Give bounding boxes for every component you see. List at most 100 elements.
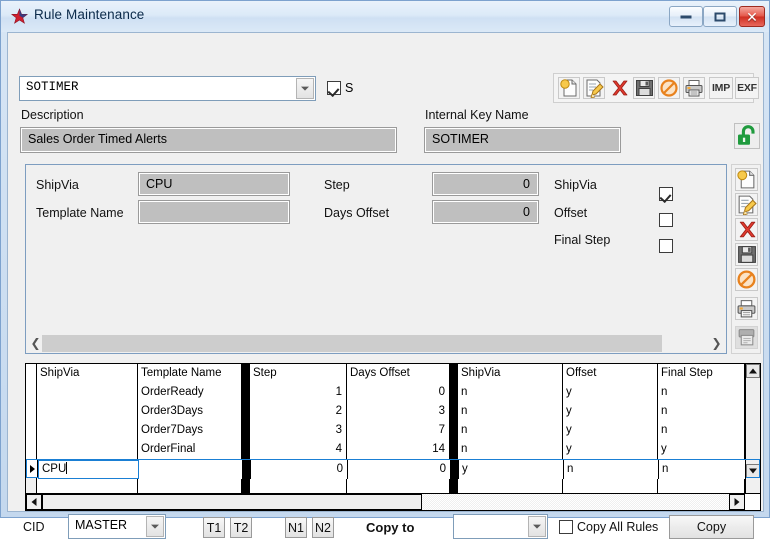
export-button[interactable]: EXF — [735, 77, 759, 99]
cell-flag-offset[interactable]: y — [563, 402, 658, 421]
grid-header-flag-offset[interactable]: Offset — [563, 364, 658, 383]
cell-shipvia[interactable] — [37, 383, 138, 402]
cell-flag-offset[interactable]: y — [563, 421, 658, 440]
grid-horizontal-scrollbar[interactable] — [26, 493, 760, 510]
cell-shipvia[interactable] — [37, 440, 138, 459]
table-row[interactable]: OrderFinal 4 14 n y y — [26, 440, 760, 460]
record-save-button[interactable] — [735, 243, 758, 266]
unlock-button[interactable] — [734, 123, 760, 149]
cell-flag-shipvia[interactable]: n — [458, 421, 563, 440]
record-print-preview-button[interactable] — [735, 326, 758, 349]
new-button[interactable] — [558, 77, 580, 99]
grid-header-flag-shipvia[interactable]: ShipVia — [458, 364, 563, 383]
cell-step[interactable]: 1 — [250, 383, 347, 402]
cell-flag-shipvia[interactable]: n — [458, 383, 563, 402]
cell-flag-offset[interactable]: y — [563, 440, 658, 459]
grid-vertical-scrollbar[interactable] — [745, 364, 760, 510]
delete-button[interactable] — [608, 77, 630, 99]
row-selector[interactable] — [26, 402, 37, 421]
flag-shipvia-checkbox[interactable] — [659, 187, 673, 201]
table-row[interactable]: Order7Days 3 7 n y n — [26, 421, 760, 441]
description-field[interactable]: Sales Order Timed Alerts — [20, 127, 397, 153]
import-button[interactable]: IMP — [709, 77, 733, 99]
internal-key-name-field[interactable]: SOTIMER — [424, 127, 621, 153]
print-button[interactable] — [683, 77, 705, 99]
cancel-button[interactable] — [658, 77, 680, 99]
cell-flag-final-step[interactable]: n — [658, 383, 745, 402]
record-delete-button[interactable] — [735, 218, 758, 241]
cell-template-name[interactable]: Order3Days — [138, 402, 242, 421]
chevron-down-icon[interactable] — [296, 78, 314, 99]
chevron-down-icon[interactable] — [528, 516, 546, 537]
t1-button[interactable]: T1 — [203, 517, 225, 538]
cell-flag-final-step[interactable]: y — [658, 440, 745, 459]
cell-flag-shipvia[interactable]: n — [458, 402, 563, 421]
cell-template-name[interactable] — [139, 460, 243, 479]
cell-flag-offset[interactable]: y — [563, 383, 658, 402]
scroll-up-icon[interactable] — [746, 364, 760, 378]
detail-template-field[interactable] — [138, 200, 290, 224]
scroll-right-icon[interactable]: ❯ — [709, 336, 724, 351]
cell-days-offset[interactable]: 3 — [347, 402, 450, 421]
cell-flag-offset[interactable]: n — [564, 460, 659, 479]
shipvia-edit-input[interactable]: CPU — [38, 460, 139, 479]
cell-days-offset[interactable]: 0 — [348, 460, 451, 479]
cell-days-offset[interactable]: 0 — [347, 383, 450, 402]
row-selector[interactable] — [26, 383, 37, 402]
flag-offset-checkbox[interactable] — [659, 213, 673, 227]
record-new-button[interactable] — [735, 168, 758, 191]
rule-name-combobox[interactable]: SOTIMER — [19, 76, 316, 101]
record-print-button[interactable] — [735, 297, 758, 320]
cell-step[interactable]: 0 — [251, 460, 348, 479]
row-selector-current[interactable] — [27, 460, 38, 477]
table-row[interactable]: CPU00ynnCPU — [26, 459, 760, 479]
cell-template-name[interactable]: OrderFinal — [138, 440, 242, 459]
table-row[interactable]: Order3Days 2 3 n y n — [26, 402, 760, 422]
panel-scroll-thumb[interactable] — [42, 335, 662, 352]
cell-flag-final-step[interactable]: n — [659, 460, 746, 479]
cell-flag-final-step[interactable]: n — [658, 421, 745, 440]
cell-days-offset[interactable]: 14 — [347, 440, 450, 459]
cell-template-name[interactable]: OrderReady — [138, 383, 242, 402]
row-selector[interactable] — [26, 421, 37, 440]
record-edit-button[interactable] — [735, 193, 758, 216]
cell-template-name[interactable]: Order7Days — [138, 421, 242, 440]
grid-header-shipvia[interactable]: ShipVia — [37, 364, 138, 383]
edit-button[interactable] — [583, 77, 605, 99]
grid-header-flag-finalstep[interactable]: Final Step — [658, 364, 745, 383]
t2-button[interactable]: T2 — [230, 517, 252, 538]
detail-shipvia-field[interactable]: CPU — [138, 172, 290, 196]
cell-flag-shipvia[interactable]: y — [459, 460, 564, 479]
n1-button[interactable]: N1 — [285, 517, 307, 538]
close-button[interactable]: ✕ — [739, 6, 765, 27]
grid-scroll-left-button[interactable] — [26, 494, 42, 510]
cell-step[interactable]: 2 — [250, 402, 347, 421]
maximize-button[interactable] — [703, 6, 737, 27]
detail-days-offset-field[interactable]: 0 — [432, 200, 539, 224]
cell-step[interactable]: 4 — [250, 440, 347, 459]
record-cancel-button[interactable] — [735, 268, 758, 291]
copy-button[interactable]: Copy — [669, 515, 754, 539]
chevron-down-icon[interactable] — [146, 516, 164, 537]
copy-all-rules-checkbox[interactable] — [559, 520, 573, 534]
cell-days-offset[interactable]: 7 — [347, 421, 450, 440]
cell-shipvia[interactable] — [37, 421, 138, 440]
cell-flag-final-step[interactable]: n — [658, 402, 745, 421]
save-button[interactable] — [633, 77, 655, 99]
scroll-left-icon[interactable]: ❮ — [28, 336, 43, 351]
cell-shipvia[interactable] — [37, 402, 138, 421]
grid-scroll-right-button[interactable] — [729, 494, 745, 510]
detail-step-field[interactable]: 0 — [432, 172, 539, 196]
cell-flag-shipvia[interactable]: n — [458, 440, 563, 459]
table-row[interactable]: OrderReady 1 0 n y n — [26, 383, 760, 403]
grid-header-template-name[interactable]: Template Name — [138, 364, 242, 383]
n2-button[interactable]: N2 — [312, 517, 334, 538]
row-selector[interactable] — [26, 440, 37, 459]
grid-header-days-offset[interactable]: Days Offset — [347, 364, 450, 383]
flag-final-step-checkbox[interactable] — [659, 239, 673, 253]
panel-horizontal-scrollbar[interactable]: ❮ ❯ — [27, 335, 725, 352]
minimize-button[interactable] — [669, 6, 703, 27]
rules-grid[interactable]: ShipVia Template Name Step Days Offset S… — [25, 363, 761, 511]
grid-scroll-thumb[interactable] — [42, 494, 422, 510]
cell-step[interactable]: 3 — [250, 421, 347, 440]
